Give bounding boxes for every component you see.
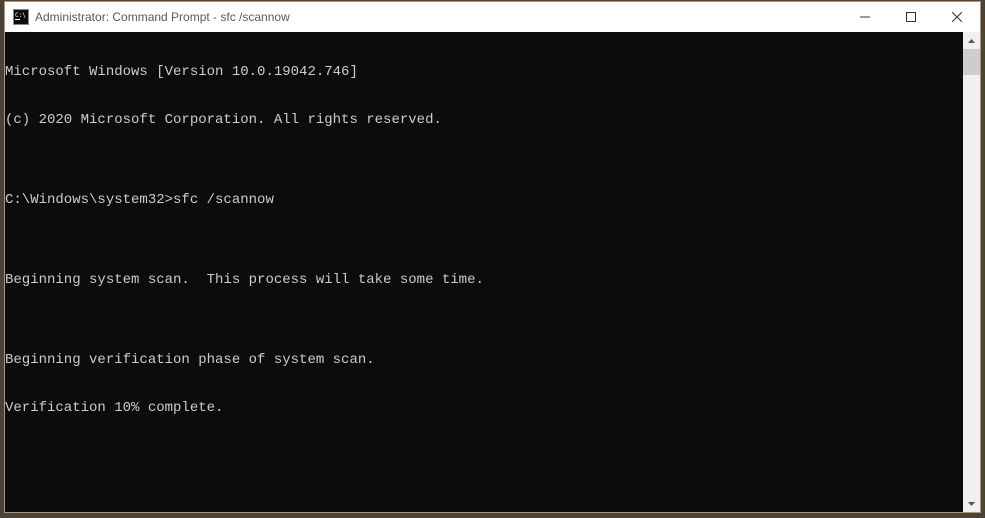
client-area: Microsoft Windows [Version 10.0.19042.74… xyxy=(5,32,980,512)
terminal-line: (c) 2020 Microsoft Corporation. All righ… xyxy=(5,112,963,128)
svg-text:C:\: C:\ xyxy=(15,12,26,19)
scroll-up-button[interactable] xyxy=(963,32,980,49)
titlebar-buttons xyxy=(842,2,980,32)
scroll-thumb[interactable] xyxy=(963,49,980,75)
titlebar[interactable]: C:\ Administrator: Command Prompt - sfc … xyxy=(5,2,980,32)
terminal-line: Microsoft Windows [Version 10.0.19042.74… xyxy=(5,64,963,80)
command-prompt-window: C:\ Administrator: Command Prompt - sfc … xyxy=(4,1,981,513)
close-button[interactable] xyxy=(934,2,980,32)
cmd-icon: C:\ xyxy=(13,9,29,25)
terminal-line: Beginning system scan. This process will… xyxy=(5,272,963,288)
terminal-line: Verification 10% complete. xyxy=(5,400,963,416)
window-title: Administrator: Command Prompt - sfc /sca… xyxy=(35,10,842,24)
scroll-down-button[interactable] xyxy=(963,495,980,512)
minimize-button[interactable] xyxy=(842,2,888,32)
maximize-button[interactable] xyxy=(888,2,934,32)
terminal-line: Beginning verification phase of system s… xyxy=(5,352,963,368)
vertical-scrollbar[interactable] xyxy=(963,32,980,512)
terminal-line: C:\Windows\system32>sfc /scannow xyxy=(5,192,963,208)
terminal-output[interactable]: Microsoft Windows [Version 10.0.19042.74… xyxy=(5,32,963,512)
